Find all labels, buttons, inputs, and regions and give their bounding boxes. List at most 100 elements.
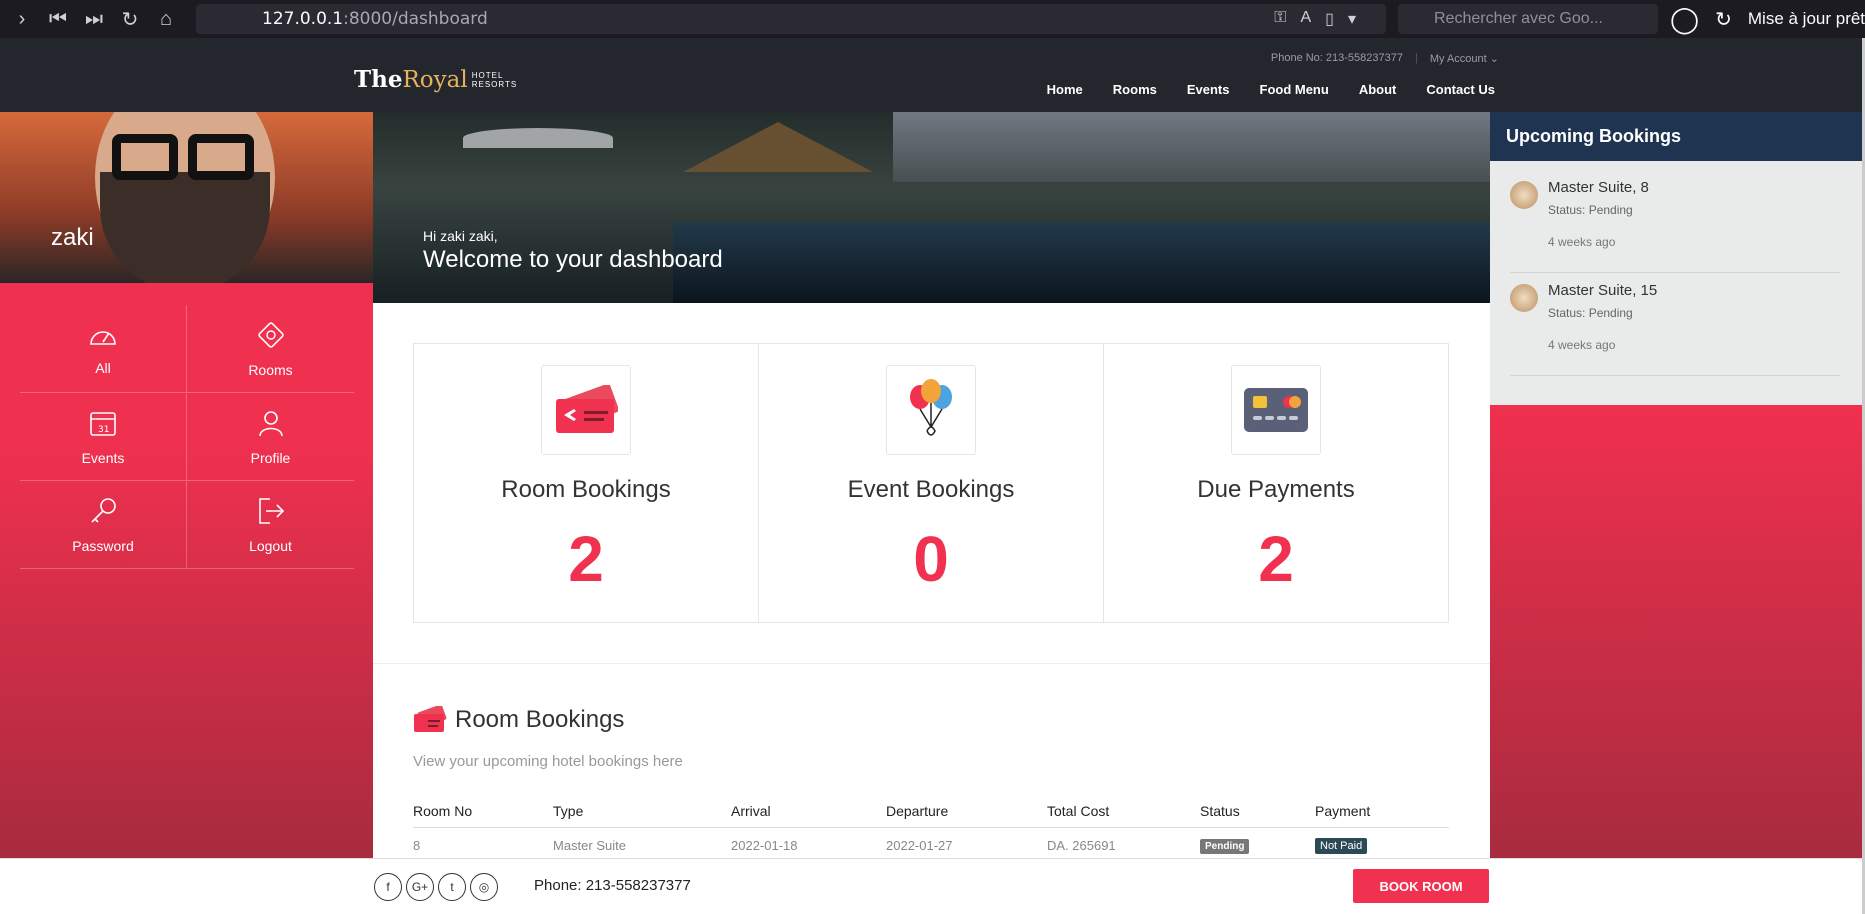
nav-contact[interactable]: Contact Us — [1426, 82, 1495, 97]
sidebar-item-password[interactable]: Password — [20, 481, 187, 569]
balloons-icon — [886, 365, 976, 455]
skip-back-icon[interactable]: ⏮ — [44, 5, 72, 33]
upcoming-item-time: 4 weeks ago — [1548, 235, 1616, 249]
sidebar-item-rooms[interactable]: Rooms — [187, 305, 354, 393]
list-item[interactable]: Master Suite, 15 Status: Pending 4 weeks… — [1510, 274, 1840, 376]
nav-home[interactable]: Home — [1047, 82, 1083, 97]
account-icon[interactable]: ◯ — [1670, 4, 1699, 35]
profile-hero: zaki — [0, 112, 373, 283]
home-icon[interactable]: ⌂ — [152, 5, 180, 33]
upcoming-item-title: Master Suite, 15 — [1548, 282, 1658, 299]
instagram-icon[interactable]: ◎ — [470, 873, 498, 901]
nav-food-menu[interactable]: Food Menu — [1260, 82, 1329, 97]
book-room-button[interactable]: BOOK ROOM — [1353, 869, 1489, 903]
room-bookings-heading: Room Bookings — [413, 706, 624, 734]
avatar — [1510, 284, 1538, 312]
url-bar[interactable]: 127.0.0.1:8000/dashboard ⚿ A ▯ ▾ — [196, 4, 1386, 34]
sidebar-item-profile[interactable]: Profile — [187, 393, 354, 481]
upcoming-list: Master Suite, 8 Status: Pending 4 weeks … — [1490, 161, 1865, 405]
ticket-icon — [257, 321, 284, 348]
cell-arrival: 2022-01-18 — [731, 837, 798, 853]
sidebar-item-label: All — [95, 359, 111, 376]
ticket-icon — [541, 365, 631, 455]
room-bookings-subtitle: View your upcoming hotel bookings here — [413, 753, 683, 770]
url-actions: ⚿ A ▯ ▾ — [1274, 9, 1356, 29]
col-payment: Payment — [1315, 802, 1371, 819]
stat-title: Due Payments — [1197, 476, 1355, 503]
stat-event-bookings[interactable]: Event Bookings 0 — [759, 344, 1104, 622]
search-bar[interactable]: Rechercher avec Goo... — [1398, 4, 1658, 34]
list-item[interactable]: Master Suite, 8 Status: Pending 4 weeks … — [1510, 171, 1840, 273]
svg-text:31: 31 — [98, 425, 109, 435]
my-account-dropdown[interactable]: My Account ⌄ — [1430, 52, 1499, 65]
left-sidebar: zaki All Rooms 31 Events Profile Passwor… — [0, 112, 373, 858]
header-topline: Phone No: 213-558237377 | My Account ⌄ — [1270, 52, 1499, 65]
sidebar-item-logout[interactable]: Logout — [187, 481, 354, 569]
main-nav: Home Rooms Events Food Menu About Contac… — [1047, 82, 1495, 97]
key-icon[interactable]: ⚿ — [1274, 9, 1286, 29]
facebook-icon[interactable]: f — [374, 873, 402, 901]
stat-room-bookings[interactable]: Room Bookings 2 — [414, 344, 759, 622]
stats-panel: Room Bookings 2 Event Bookings 0 Due Pay… — [413, 343, 1449, 623]
sidebar-item-label: Password — [72, 537, 134, 554]
upcoming-panel: Upcoming Bookings Master Suite, 8 Status… — [1490, 112, 1865, 858]
section-divider — [373, 663, 1490, 664]
col-room-no: Room No — [413, 802, 473, 819]
credit-card-icon — [1231, 365, 1321, 455]
upcoming-title: Upcoming Bookings — [1490, 112, 1865, 161]
url-text: 127.0.0.1:8000/dashboard — [262, 9, 488, 29]
logo-royal: Royal — [402, 66, 468, 93]
calendar-icon: 31 — [90, 411, 116, 436]
sidebar-menu: All Rooms 31 Events Profile Password Log… — [20, 305, 354, 569]
sidebar-item-label: Logout — [249, 537, 292, 554]
stat-value: 0 — [913, 523, 949, 595]
search-placeholder: Rechercher avec Goo... — [1434, 10, 1603, 27]
sidebar-item-label: Profile — [250, 449, 291, 466]
cell-payment: Not Paid — [1315, 837, 1449, 854]
payment-badge: Not Paid — [1315, 837, 1368, 854]
gauge-icon — [90, 330, 116, 345]
translate-icon[interactable]: A — [1300, 9, 1311, 29]
col-type: Type — [553, 802, 584, 819]
welcome-title: Welcome to your dashboard — [423, 246, 723, 273]
nav-rooms[interactable]: Rooms — [1113, 82, 1157, 97]
sticky-footer: f G+ t ◎ Phone: 213-558237377 BOOK ROOM — [0, 858, 1865, 914]
skip-forward-icon[interactable]: ⏭ — [80, 5, 108, 33]
nav-about[interactable]: About — [1359, 82, 1397, 97]
cell-type: Master Suite — [553, 837, 626, 853]
stat-title: Event Bookings — [847, 476, 1015, 503]
stat-title: Room Bookings — [501, 476, 671, 503]
greeting-text: Hi zaki zaki, — [423, 228, 498, 244]
bookmark-icon[interactable]: ▯ — [1325, 9, 1334, 29]
sidebar-item-events[interactable]: 31 Events — [20, 393, 187, 481]
status-badge: Pending — [1200, 838, 1250, 854]
reload-icon[interactable]: ↻ — [116, 5, 144, 33]
site-header: The Royal HOTEL RESORTS Phone No: 213-558… — [0, 38, 1865, 112]
table-row[interactable]: 8 Master Suite 2022-01-18 2022-01-27 DA.… — [413, 828, 1449, 862]
cell-departure: 2022-01-27 — [886, 837, 953, 853]
col-arrival: Arrival — [731, 802, 771, 819]
room-bookings-title: Room Bookings — [455, 706, 625, 733]
upcoming-item-status: Status: Pending — [1548, 203, 1633, 217]
forward-arrow-icon[interactable]: › — [8, 5, 36, 33]
logo[interactable]: The Royal HOTEL RESORTS — [354, 66, 517, 93]
social-links: f G+ t ◎ — [374, 873, 498, 901]
nav-events[interactable]: Events — [1187, 82, 1230, 97]
twitter-icon[interactable]: t — [438, 873, 466, 901]
update-label[interactable]: Mise à jour prêt — [1748, 9, 1865, 29]
header-phone: Phone No: 213-558237377 — [1270, 52, 1403, 64]
upcoming-item-time: 4 weeks ago — [1548, 338, 1616, 352]
col-status: Status — [1200, 802, 1240, 819]
ticket-icon — [414, 706, 447, 732]
stat-due-payments[interactable]: Due Payments 2 — [1104, 344, 1448, 622]
footer-phone: Phone: 213-558237377 — [534, 877, 691, 894]
dashboard-banner: Hi zaki zaki, Welcome to your dashboard — [373, 112, 1490, 303]
sidebar-item-label: Events — [81, 449, 125, 466]
logout-icon — [258, 497, 284, 524]
update-icon[interactable]: ↻ — [1715, 7, 1732, 32]
col-departure: Departure — [886, 802, 949, 819]
dropdown-icon[interactable]: ▾ — [1348, 9, 1356, 29]
sidebar-item-all[interactable]: All — [20, 305, 187, 393]
google-plus-icon[interactable]: G+ — [406, 873, 434, 901]
avatar-glasses — [112, 134, 260, 182]
